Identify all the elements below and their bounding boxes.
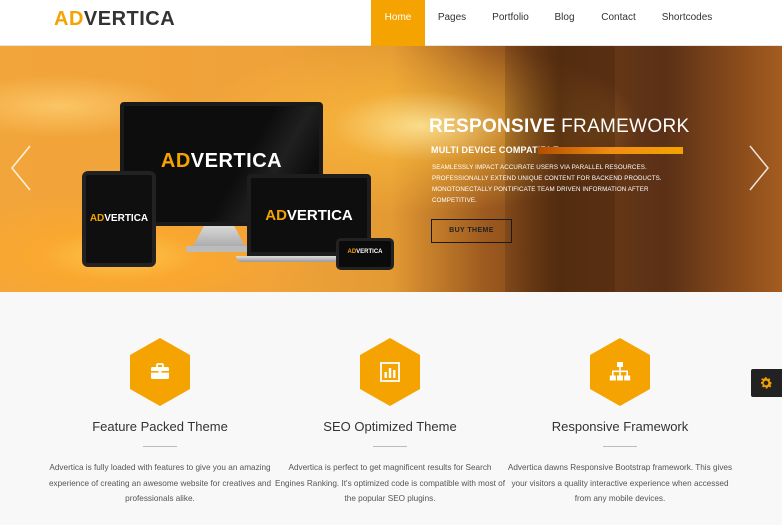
phone-screen-logo: ADVERTICA (347, 249, 383, 255)
monitor-screen-logo: ADVERTICA (160, 150, 283, 172)
feature-title: SEO Optimized Theme (323, 419, 457, 434)
monitor-stand (192, 226, 246, 248)
nav-item-home[interactable]: Home (371, 0, 425, 46)
slide-description: SEAMLESSLY IMPACT ACCURATE USERS VIA PAR… (432, 164, 662, 204)
slide-subtitle-bar (538, 147, 683, 154)
site-header: ADVERTICA Home Pages Portfolio Blog Cont… (0, 0, 782, 46)
feature-text: Advertica is perfect to get magnificent … (275, 463, 506, 503)
features-section: Feature Packed Theme Advertica is fully … (0, 292, 782, 525)
gear-icon (761, 377, 773, 389)
nav-item-pages[interactable]: Pages (425, 0, 479, 46)
sitemap-icon (609, 362, 631, 381)
feature-text: Advertica is fully loaded with features … (48, 463, 272, 503)
slider-next-button[interactable] (748, 144, 770, 192)
slide-title: RESPONSIVE FRAMEWORK (429, 116, 689, 138)
main-nav: Home Pages Portfolio Blog Contact Shortc… (371, 0, 724, 46)
settings-toggle-button[interactable] (751, 369, 782, 397)
feature-icon-hexagon (130, 338, 190, 406)
nav-item-contact[interactable]: Contact (587, 0, 650, 46)
hero-slider: ADVERTICA ADVERTICA ADVERTICA ADVERTICA … (0, 46, 782, 292)
buy-theme-button[interactable]: BUY THEME (431, 219, 512, 243)
chevron-left-icon (11, 145, 31, 191)
feature-title: Feature Packed Theme (92, 419, 228, 434)
nav-item-blog[interactable]: Blog (542, 0, 587, 46)
briefcase-icon (151, 363, 169, 379)
feature-title: Responsive Framework (551, 419, 689, 434)
device-phone-image: ADVERTICA (336, 238, 394, 270)
slider-prev-button[interactable] (10, 144, 32, 192)
nav-item-portfolio[interactable]: Portfolio (479, 0, 542, 46)
feature-divider (603, 446, 637, 447)
slide-title-rest: FRAMEWORK (561, 116, 690, 137)
nav-item-shortcodes[interactable]: Shortcodes (650, 0, 724, 46)
logo-text: VERTICA (83, 8, 176, 30)
monitor-base (186, 246, 252, 252)
logo-accent-text: AD (54, 8, 84, 30)
bar-chart-icon (380, 362, 400, 382)
feature-icon-hexagon (360, 338, 420, 406)
slide-title-strong: RESPONSIVE (429, 116, 556, 137)
chevron-right-icon (749, 145, 769, 191)
feature-divider (373, 446, 407, 447)
site-logo[interactable]: ADVERTICA (54, 8, 175, 31)
tablet-screen-logo: ADVERTICA (89, 213, 149, 224)
feature-text: Advertica dawns Responsive Bootstrap fra… (507, 463, 733, 503)
laptop-screen-logo: ADVERTICA (265, 207, 353, 224)
feature-divider (143, 446, 177, 447)
device-tablet-image: ADVERTICA (82, 171, 156, 267)
feature-icon-hexagon (590, 338, 650, 406)
